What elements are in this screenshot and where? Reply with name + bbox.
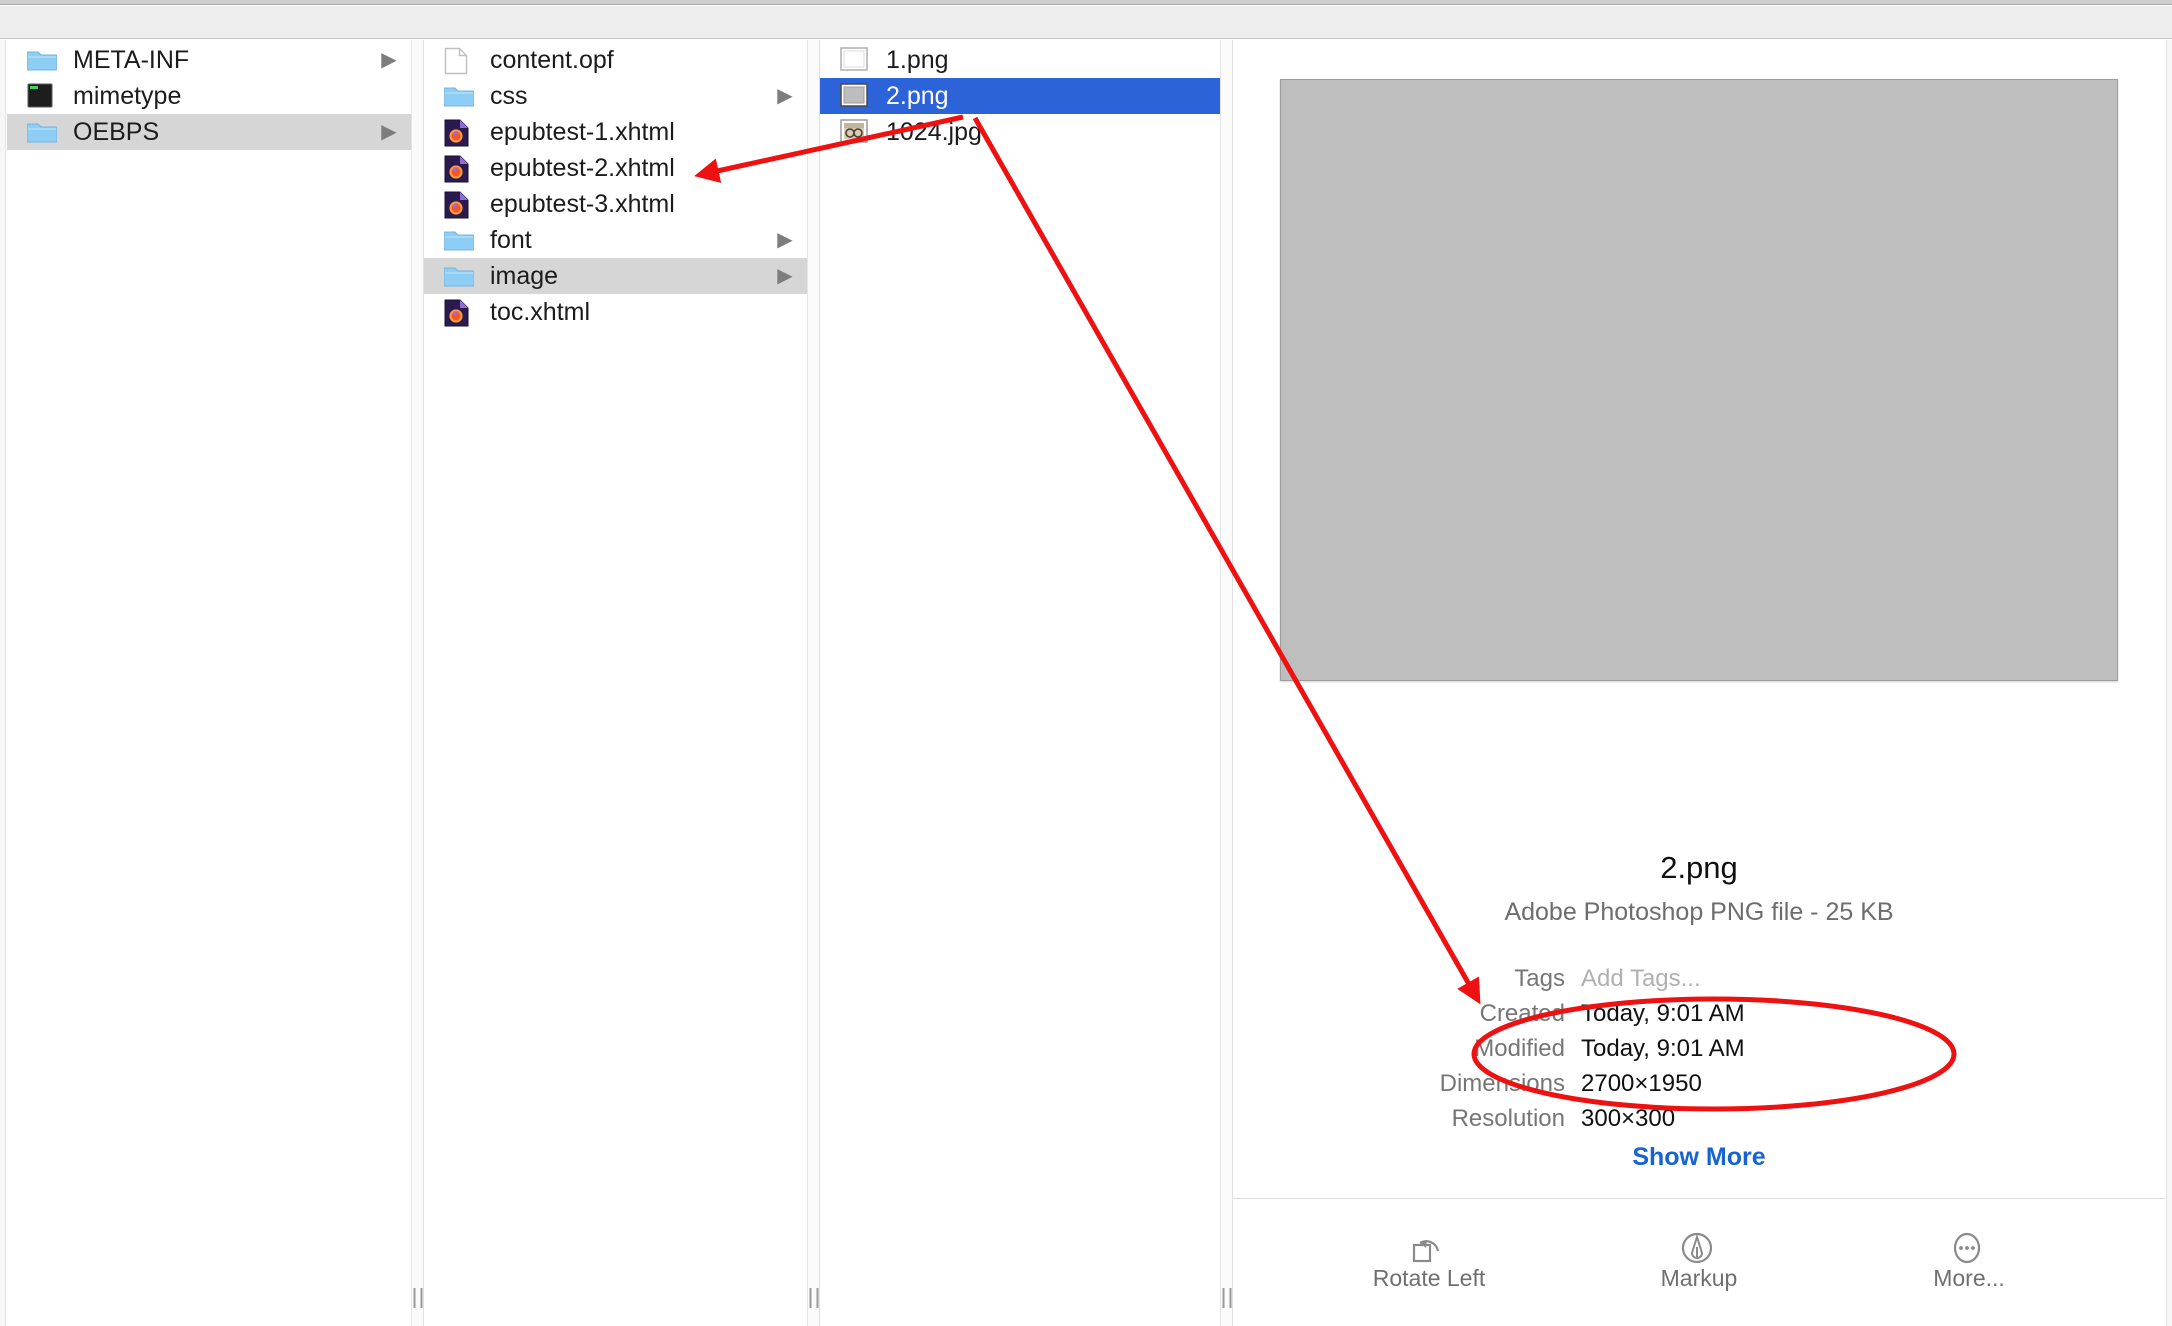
markup-pen-icon	[1676, 1227, 1706, 1253]
preview-image	[1280, 79, 2118, 681]
folder-icon	[444, 263, 474, 289]
file-row[interactable]: epubtest-1.xhtml	[424, 114, 807, 150]
action-button-label: Rotate Left	[1373, 1265, 1486, 1292]
firefox-document-icon	[444, 155, 474, 181]
image-thumb-photo-icon	[840, 119, 870, 145]
window-left-edge	[0, 40, 6, 1326]
chevron-right-icon: ▶	[771, 230, 799, 250]
file-row-label: 2.png	[886, 82, 1184, 111]
folder-icon	[444, 227, 474, 253]
resize-grip-icon[interactable]	[413, 1288, 422, 1308]
preview-action-bar: Rotate Left Markup More...	[1233, 1198, 2165, 1326]
metadata-row: Dimensions2700×1950	[1233, 1070, 2165, 1105]
action-button[interactable]: More...	[1889, 1227, 2049, 1292]
folder-icon	[444, 83, 474, 109]
file-row[interactable]: epubtest-2.xhtml	[424, 150, 807, 186]
metadata-row: TagsAdd Tags...	[1233, 965, 2165, 1000]
metadata-value: Today, 9:01 AM	[1581, 1000, 1745, 1028]
file-row[interactable]: META-INF▶	[7, 42, 411, 78]
folder-icon	[27, 47, 57, 73]
preview-pane: 2.png Adobe Photoshop PNG file - 25 KB T…	[1233, 40, 2165, 1326]
window-titlebar	[0, 0, 2172, 5]
column-divider-1[interactable]	[411, 40, 424, 1326]
metadata-key: Modified	[1233, 1035, 1581, 1063]
column-divider-3[interactable]	[1220, 40, 1233, 1326]
finder-window: META-INF▶ mimetype OEBPS▶ content.opf cs…	[0, 0, 2172, 1326]
resize-grip-icon[interactable]	[809, 1288, 818, 1308]
column-oebps[interactable]: content.opf css▶ epubtest-1.xhtml epubte…	[424, 40, 807, 1326]
action-button-label: More...	[1933, 1265, 2005, 1292]
file-row[interactable]: toc.xhtml	[424, 294, 807, 330]
file-row-label: 1.png	[886, 46, 1184, 75]
file-row[interactable]: content.opf	[424, 42, 807, 78]
metadata-value: Today, 9:01 AM	[1581, 1035, 1745, 1063]
show-more-link[interactable]: Show More	[1233, 1143, 2165, 1172]
file-row-label: font	[490, 226, 771, 255]
metadata-key: Dimensions	[1233, 1070, 1581, 1098]
metadata-key: Created	[1233, 1000, 1581, 1028]
folder-icon	[27, 119, 57, 145]
metadata-value: 2700×1950	[1581, 1070, 1702, 1098]
file-row-label: image	[490, 262, 771, 291]
file-row[interactable]: mimetype	[7, 78, 411, 114]
action-button[interactable]: Rotate Left	[1349, 1227, 1509, 1292]
file-row-label: toc.xhtml	[490, 298, 771, 327]
file-row-label: epubtest-1.xhtml	[490, 118, 771, 147]
file-row-label: OEBPS	[73, 118, 375, 147]
blank-document-icon	[444, 47, 474, 73]
file-row[interactable]: epubtest-3.xhtml	[424, 186, 807, 222]
file-row[interactable]: 2.png	[820, 78, 1220, 114]
terminal-file-icon	[27, 83, 57, 109]
chevron-right-icon: ▶	[375, 122, 403, 142]
file-row-label: epubtest-2.xhtml	[490, 154, 771, 183]
metadata-row: CreatedToday, 9:01 AM	[1233, 1000, 2165, 1035]
firefox-document-icon	[444, 299, 474, 325]
file-row-label: META-INF	[73, 46, 375, 75]
resize-grip-icon[interactable]	[1222, 1288, 1231, 1308]
metadata-key: Resolution	[1233, 1105, 1581, 1133]
file-row-label: epubtest-3.xhtml	[490, 190, 771, 219]
preview-subtitle: Adobe Photoshop PNG file - 25 KB	[1233, 898, 2165, 927]
window-toolbar	[0, 6, 2172, 39]
image-thumb-gray-icon	[840, 83, 870, 109]
file-row[interactable]: css▶	[424, 78, 807, 114]
preview-image-container	[1233, 40, 2165, 720]
file-row[interactable]: font▶	[424, 222, 807, 258]
metadata-value: 300×300	[1581, 1105, 1675, 1133]
window-right-edge	[2166, 40, 2172, 1326]
chevron-right-icon: ▶	[771, 266, 799, 286]
preview-metadata-list: TagsAdd Tags...CreatedToday, 9:01 AMModi…	[1233, 965, 2165, 1140]
firefox-document-icon	[444, 191, 474, 217]
metadata-row: ModifiedToday, 9:01 AM	[1233, 1035, 2165, 1070]
chevron-right-icon: ▶	[375, 50, 403, 70]
firefox-document-icon	[444, 119, 474, 145]
column-image[interactable]: 1.png 2.png 1024.jpg	[820, 40, 1220, 1326]
metadata-key: Tags	[1233, 965, 1581, 993]
image-thumb-white-icon	[840, 47, 870, 73]
file-row[interactable]: 1.png	[820, 42, 1220, 78]
file-row-label: 1024.jpg	[886, 118, 1184, 147]
action-button[interactable]: Markup	[1619, 1227, 1779, 1292]
action-button-label: Markup	[1661, 1265, 1738, 1292]
metadata-row: Resolution300×300	[1233, 1105, 2165, 1140]
more-ellipsis-icon	[1946, 1227, 1976, 1253]
metadata-input[interactable]: Add Tags...	[1581, 965, 1701, 993]
file-row-label: content.opf	[490, 46, 771, 75]
file-row-label: css	[490, 82, 771, 111]
rotate-left-icon	[1406, 1227, 1436, 1253]
file-row[interactable]: OEBPS▶	[7, 114, 411, 150]
file-row[interactable]: 1024.jpg	[820, 114, 1220, 150]
chevron-right-icon: ▶	[771, 86, 799, 106]
file-row-label: mimetype	[73, 82, 375, 111]
column-root[interactable]: META-INF▶ mimetype OEBPS▶	[7, 40, 411, 1326]
preview-filename: 2.png	[1233, 850, 2165, 886]
file-row[interactable]: image▶	[424, 258, 807, 294]
column-divider-2[interactable]	[807, 40, 820, 1326]
